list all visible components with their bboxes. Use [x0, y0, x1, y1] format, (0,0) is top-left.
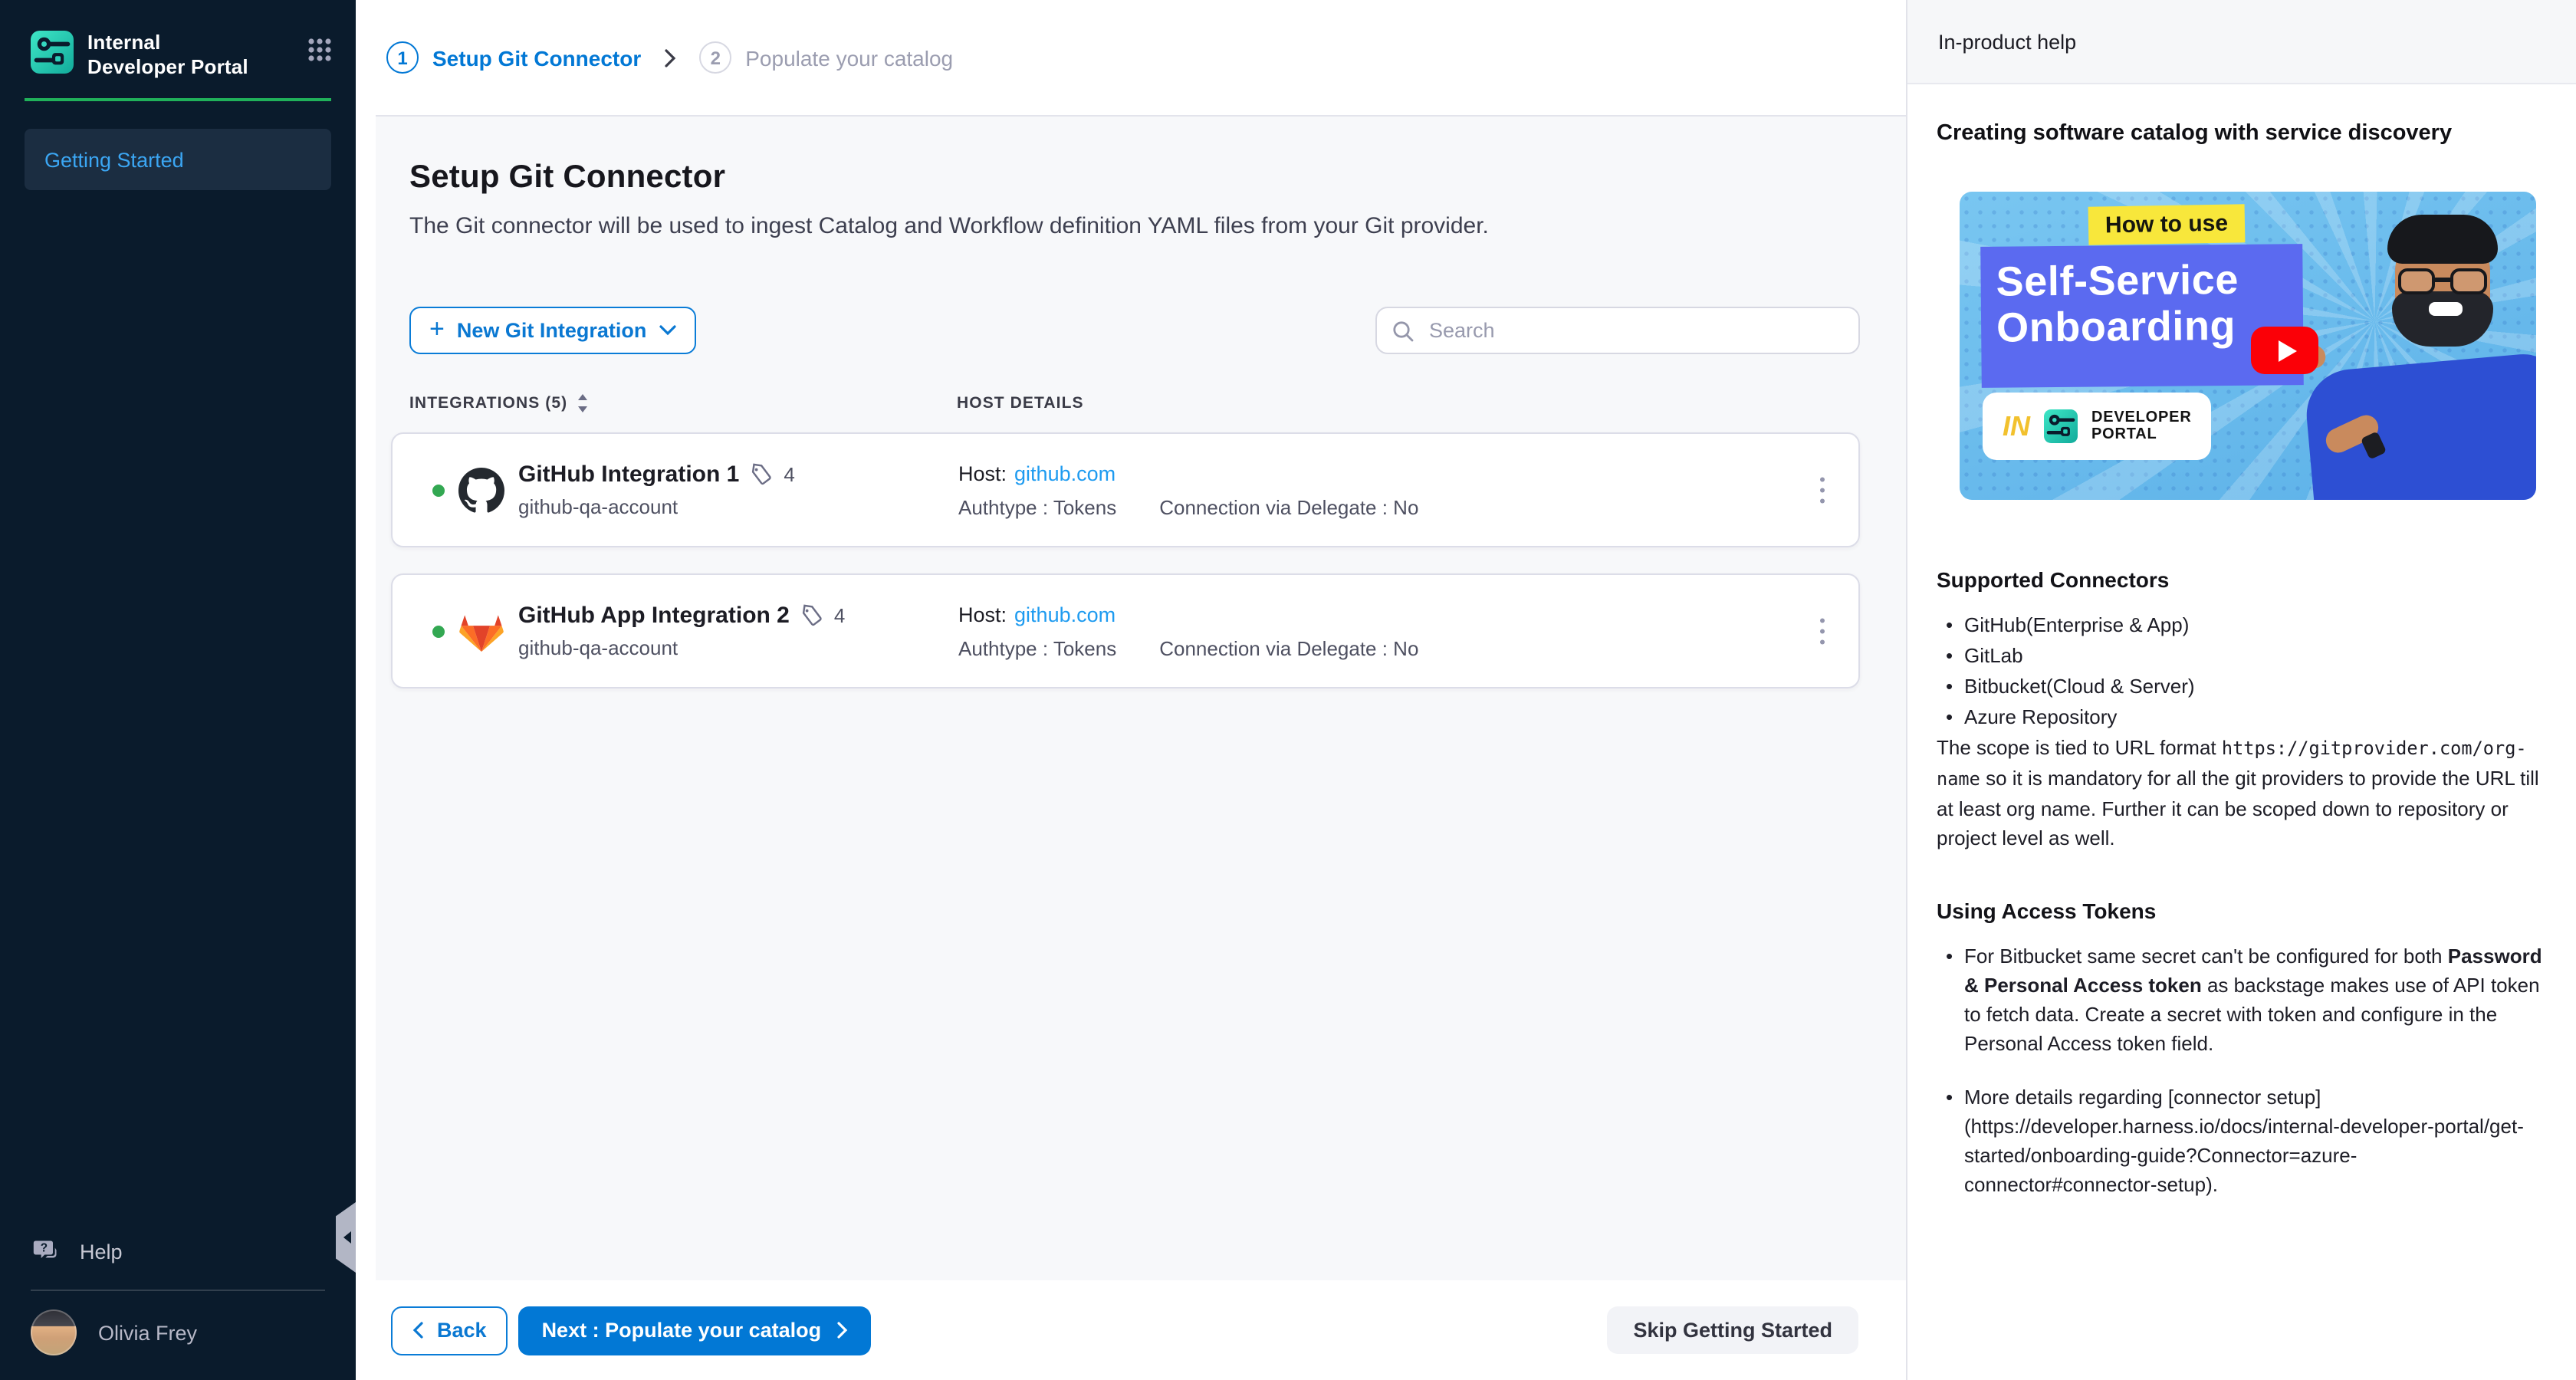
skip-getting-started-button[interactable]: Skip Getting Started — [1607, 1306, 1858, 1354]
help-label: Help — [80, 1240, 123, 1263]
new-git-integration-button[interactable]: + New Git Integration — [409, 307, 695, 354]
search-box[interactable] — [1375, 307, 1860, 354]
help-panel-body: Creating software catalog with service d… — [1907, 84, 2576, 1380]
list-item: GitLab — [1937, 641, 2542, 670]
integration-identity: GitHub Integration 1 4 github-qa-account — [518, 462, 795, 518]
app-title: Internal Developer Portal — [87, 31, 248, 80]
table-header: INTEGRATIONS (5) HOST DETAILS — [409, 394, 1860, 412]
wizard-footer: Back Next : Populate your catalog Skip G… — [356, 1280, 1906, 1380]
page-subtitle: The Git connector will be used to ingest… — [409, 213, 1860, 239]
host-label: Host: — [958, 462, 1007, 485]
list-item: Azure Repository — [1937, 702, 2542, 731]
chevron-left-icon — [343, 1231, 350, 1244]
help-article-title: Creating software catalog with service d… — [1937, 121, 2542, 146]
thumbnail-brand-pill: IN — [1983, 393, 2212, 460]
list-item: For Bitbucket same secret can't be confi… — [1937, 941, 2542, 1058]
list-item: GitHub(Enterprise & App) — [1937, 610, 2542, 639]
integration-name: GitHub App Integration 2 — [518, 603, 790, 629]
list-item: More details regarding [connector setup]… — [1937, 1083, 2542, 1199]
gitlab-icon — [458, 608, 504, 654]
step-label: Setup Git Connector — [432, 45, 641, 70]
row-menu-kebab-icon[interactable] — [1813, 471, 1831, 510]
step-number: 2 — [699, 41, 731, 74]
thumbnail-badge: How to use — [2088, 204, 2246, 245]
help-panel-header: In-product help — [1907, 0, 2576, 84]
tag-count: 4 — [834, 604, 845, 627]
sidebar-item-getting-started[interactable]: Getting Started — [25, 129, 331, 190]
setup-git-connector-panel: Setup Git Connector The Git connector wi… — [376, 115, 1906, 1280]
sidebar-nav: Getting Started — [0, 101, 356, 190]
integration-account: github-qa-account — [518, 495, 795, 518]
sort-icon[interactable] — [577, 394, 589, 412]
main-content: 1 Setup Git Connector 2 Populate your ca… — [356, 0, 1906, 1380]
delegate-value: Connection via Delegate : No — [1159, 636, 1418, 659]
page-title: Setup Git Connector — [409, 159, 1860, 196]
host-details: Host: github.com Authtype : Tokens Connec… — [958, 462, 1418, 518]
search-input[interactable] — [1426, 317, 1843, 343]
step-populate-your-catalog[interactable]: 2 Populate your catalog — [699, 41, 953, 74]
tag-count: 4 — [784, 463, 794, 486]
glasses-icon — [2395, 268, 2490, 296]
in-product-help-panel: In-product help Creating software catalo… — [1906, 0, 2576, 1380]
step-label: Populate your catalog — [745, 45, 953, 70]
host-label: Host: — [958, 603, 1007, 626]
chevron-right-icon — [664, 48, 676, 67]
svg-text:?: ? — [41, 1242, 48, 1255]
using-access-tokens-section: Using Access Tokens For Bitbucket same s… — [1937, 899, 2542, 1199]
host-link[interactable]: github.com — [1014, 462, 1116, 485]
new-git-integration-label: New Git Integration — [457, 319, 647, 342]
step-setup-git-connector[interactable]: 1 Setup Git Connector — [386, 41, 641, 74]
app-switcher-icon[interactable] — [308, 38, 331, 69]
host-details: Host: github.com Authtype : Tokens Connec… — [958, 603, 1418, 659]
chevron-right-icon — [836, 1322, 847, 1339]
search-icon — [1392, 320, 1414, 341]
help-chat-icon: ? — [32, 1237, 60, 1265]
tag-icon — [750, 463, 773, 486]
integration-name: GitHub Integration 1 — [518, 462, 739, 488]
sidebar-header: Internal Developer Portal — [0, 0, 356, 80]
thumbnail-brand-text: DEVELOPER PORTAL — [2091, 409, 2192, 443]
app-root: Internal Developer Portal Getting Starte… — [0, 0, 2576, 1380]
user-menu[interactable]: Olivia Frey — [0, 1291, 356, 1380]
status-dot — [432, 484, 445, 496]
scope-paragraph: The scope is tied to URL format https://… — [1937, 733, 2542, 853]
sidebar: Internal Developer Portal Getting Starte… — [0, 0, 356, 1380]
list-item: Bitbucket(Cloud & Server) — [1937, 672, 2542, 701]
idp-logo-icon — [31, 31, 74, 74]
idp-logo-icon — [2044, 409, 2078, 443]
step-number: 1 — [386, 41, 419, 74]
video-thumbnail[interactable]: How to use Self-Service Onboarding IN — [1960, 192, 2536, 500]
integration-account: github-qa-account — [518, 636, 845, 659]
toolbar: + New Git Integration — [409, 307, 1860, 354]
authtype-value: Authtype : Tokens — [958, 495, 1116, 518]
authtype-value: Authtype : Tokens — [958, 636, 1116, 659]
integration-identity: GitHub App Integration 2 4 github-qa-acc… — [518, 603, 845, 659]
plus-icon: + — [429, 316, 445, 342]
section-heading: Supported Connectors — [1937, 567, 2542, 592]
user-name: Olivia Frey — [98, 1321, 197, 1344]
section-heading: Using Access Tokens — [1937, 899, 2542, 923]
column-header-integrations[interactable]: INTEGRATIONS (5) — [409, 394, 957, 412]
host-link[interactable]: github.com — [1014, 603, 1116, 626]
chevron-down-icon — [659, 325, 675, 336]
tag-icon — [800, 604, 823, 627]
status-dot — [432, 625, 445, 637]
youtube-play-icon[interactable] — [2251, 327, 2318, 374]
next-button[interactable]: Next : Populate your catalog — [519, 1306, 871, 1355]
sidebar-item-label: Getting Started — [44, 148, 184, 171]
delegate-value: Connection via Delegate : No — [1159, 495, 1418, 518]
supported-connectors-section: Supported Connectors GitHub(Enterprise &… — [1937, 567, 2542, 853]
table-row[interactable]: GitHub App Integration 2 4 github-qa-acc… — [391, 573, 1860, 688]
github-icon — [458, 467, 504, 513]
help-button[interactable]: ? Help — [32, 1231, 356, 1271]
column-header-host-details: HOST DETAILS — [957, 394, 1084, 412]
wizard-stepper: 1 Setup Git Connector 2 Populate your ca… — [356, 0, 1906, 115]
chevron-left-icon — [412, 1322, 423, 1339]
avatar — [31, 1309, 77, 1355]
back-button[interactable]: Back — [391, 1306, 508, 1355]
integrations-list: GitHub Integration 1 4 github-qa-account… — [391, 432, 1860, 688]
table-row[interactable]: GitHub Integration 1 4 github-qa-account… — [391, 432, 1860, 547]
row-menu-kebab-icon[interactable] — [1813, 612, 1831, 651]
help-panel-title: In-product help — [1938, 30, 2076, 53]
